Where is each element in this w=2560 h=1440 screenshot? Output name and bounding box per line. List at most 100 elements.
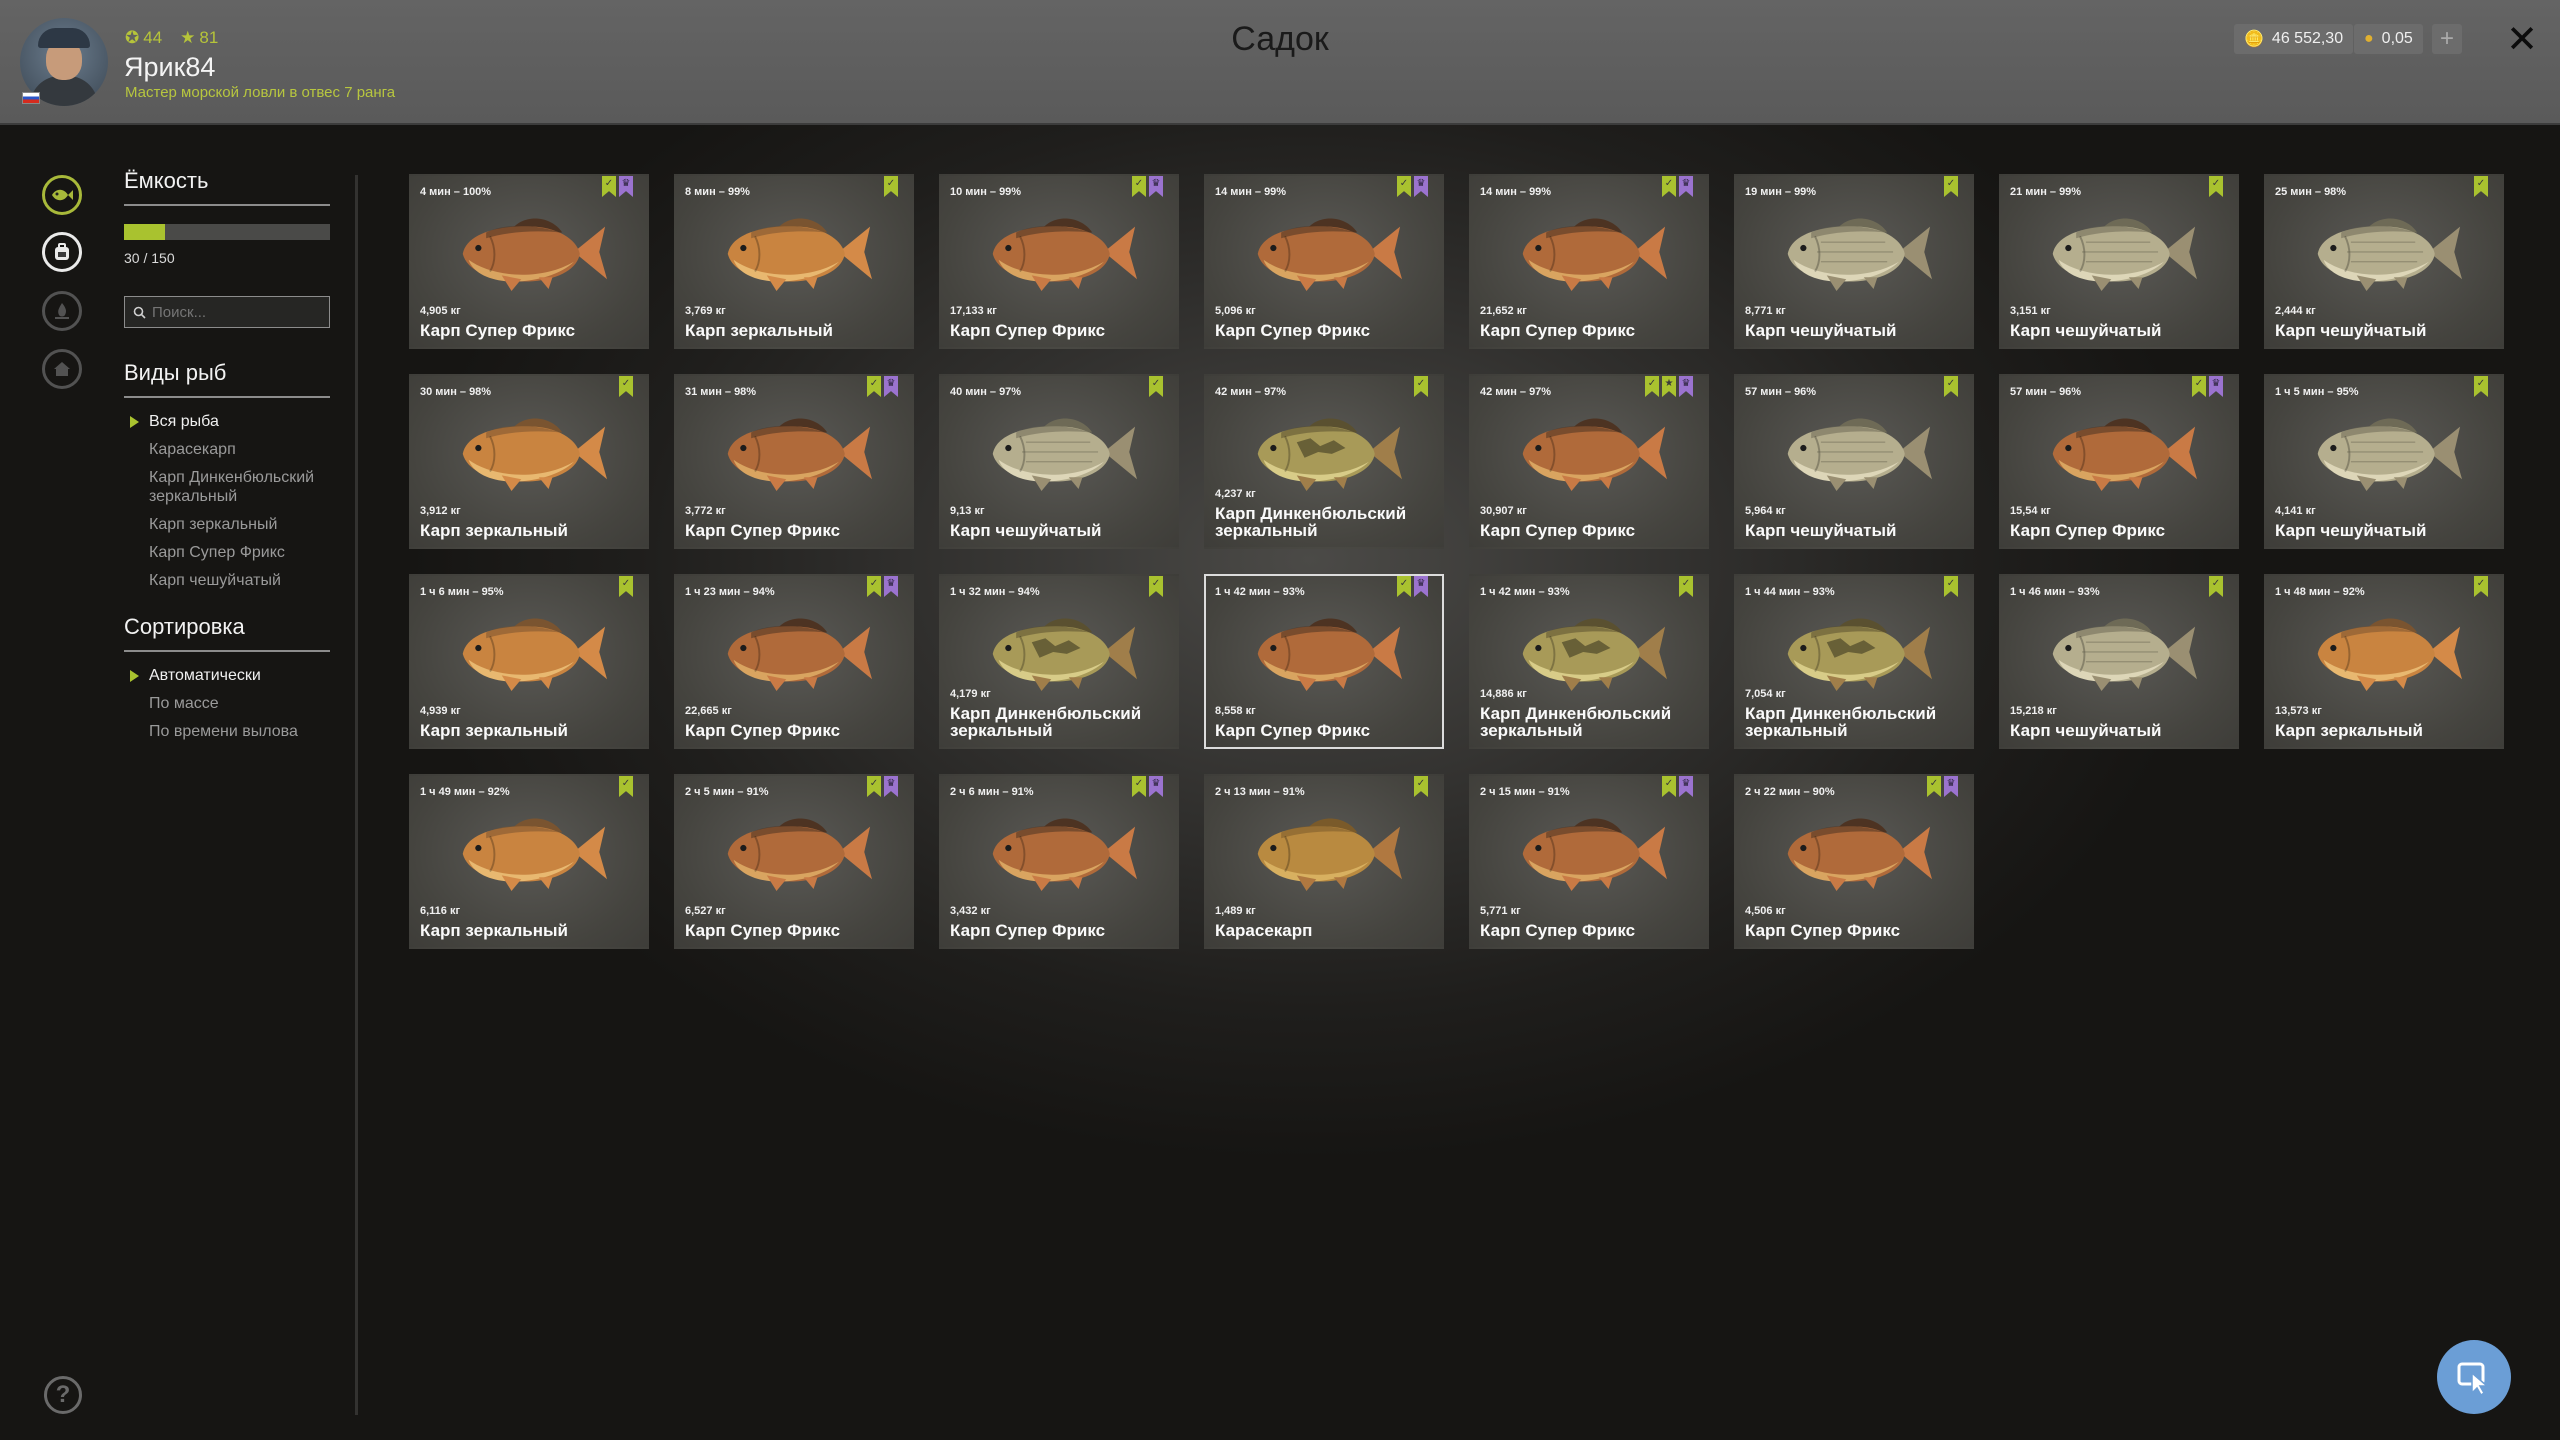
catch-time: 21 мин – 99% [2010, 186, 2082, 198]
species-title: Виды рыб [124, 360, 330, 398]
fish-card[interactable]: 57 мин – 96% ✓ ♛ 15,54 кг Карп Супер Фрикс [1999, 374, 2239, 549]
page-title: Садок [1231, 20, 1329, 58]
check-bookmark-icon: ✓ [2474, 576, 2488, 597]
fish-name: Карп Динкенбюльский зеркальный [950, 704, 1142, 740]
check-bookmark-icon: ✓ [1132, 176, 1146, 197]
fish-card[interactable]: 1 ч 32 мин – 94% ✓ 4,179 кг Карп Динкенбюль… [939, 574, 1179, 749]
fish-card[interactable]: 2 ч 15 мин – 91% ✓ ♛ 5,771 кг Карп Супер Фри… [1469, 774, 1709, 949]
fish-image [992, 818, 1138, 891]
search-input[interactable] [152, 303, 322, 321]
species-option[interactable]: Карп Супер Фрикс [124, 543, 330, 562]
fish-name: Карп зеркальный [420, 721, 568, 740]
check-bookmark-icon: ✓ [619, 376, 633, 397]
home-tab-icon[interactable] [42, 349, 82, 389]
fish-card[interactable]: 4 мин – 100% ✓ ♛ 4,905 кг Карп Супер Фрикс [409, 174, 649, 349]
catch-time: 2 ч 5 мин – 91% [685, 786, 769, 798]
catch-time: 1 ч 5 мин – 95% [2275, 386, 2359, 398]
species-option[interactable]: Карп Динкенбюльский зеркальный [124, 468, 330, 506]
fish-card[interactable]: 2 ч 13 мин – 91% ✓ 1,489 кг Карасекарп [1204, 774, 1444, 949]
fish-card[interactable]: 19 мин – 99% ✓ 8,771 кг Карп чешуйчатый [1734, 174, 1974, 349]
fish-image [1787, 818, 1933, 891]
catch-time: 25 мин – 98% [2275, 186, 2347, 198]
fish-card[interactable]: 14 мин – 99% ✓ ♛ 5,096 кг Карп Супер Фрикс [1204, 174, 1444, 349]
fish-card[interactable]: 1 ч 44 мин – 93% ✓ 7,054 кг Карп Динкенбюль… [1734, 574, 1974, 749]
species-option[interactable]: Карп чешуйчатый [124, 571, 330, 590]
keepnet-tab-icon[interactable] [42, 175, 82, 215]
fish-card[interactable]: 1 ч 48 мин – 92% ✓ 13,573 кг Карп зеркальны… [2264, 574, 2504, 749]
help-icon[interactable]: ? [44, 1376, 82, 1414]
fish-name: Карп Динкенбюльский зеркальный [1215, 504, 1407, 540]
badges: ✓ [619, 376, 633, 397]
fish-card[interactable]: 14 мин – 99% ✓ ♛ 21,652 кг Карп Супер Фрикс [1469, 174, 1709, 349]
fish-card[interactable]: 1 ч 42 мин – 93% ✓ ♛ 8,558 кг Карп Супер Фри… [1204, 574, 1444, 749]
check-bookmark-icon: ✓ [1944, 576, 1958, 597]
check-bookmark-icon: ✓ [2474, 176, 2488, 197]
sort-option[interactable]: По времени вылова [124, 722, 330, 741]
fish-card[interactable]: 25 мин – 98% ✓ 2,444 кг Карп чешуйчатый [2264, 174, 2504, 349]
badges: ✓ [2474, 376, 2488, 397]
badges: ✓ ★ ♛ [1645, 376, 1693, 397]
catch-time: 2 ч 13 мин – 91% [1215, 786, 1305, 798]
gold-balance[interactable]: ● 0,05 [2354, 24, 2423, 54]
fish-name: Карп Супер Фрикс [950, 321, 1106, 340]
home-icon [54, 362, 70, 376]
fish-name: Карп Супер Фрикс [1480, 321, 1636, 340]
fish-card[interactable]: 42 мин – 97% ✓ 4,237 кг Карп Динкенбюльский… [1204, 374, 1444, 549]
catch-time: 1 ч 23 мин – 94% [685, 586, 775, 598]
fish-card[interactable]: 57 мин – 96% ✓ 5,964 кг Карп чешуйчатый [1734, 374, 1974, 549]
species-option[interactable]: Вся рыба [124, 412, 330, 431]
fish-card[interactable]: 8 мин – 99% ✓ 3,769 кг Карп зеркальный [674, 174, 914, 349]
silver-amount: 46 552,30 [2271, 30, 2344, 47]
check-bookmark-icon: ✓ [2474, 376, 2488, 397]
sort-option[interactable]: По массе [124, 694, 330, 713]
trophy-bookmark-icon: ♛ [884, 376, 898, 397]
fish-name: Карп Супер Фрикс [1480, 521, 1636, 540]
catch-time: 4 мин – 100% [420, 186, 492, 198]
close-button[interactable]: ✕ [2502, 20, 2542, 60]
fish-weight: 5,964 кг [1745, 505, 1786, 517]
fish-card[interactable]: 1 ч 46 мин – 93% ✓ 15,218 кг Карп чешуйчаты… [1999, 574, 2239, 749]
fish-weight: 1,489 кг [1215, 905, 1256, 917]
cursor-mode-button[interactable] [2437, 1340, 2511, 1414]
fish-card[interactable]: 30 мин – 98% ✓ 3,912 кг Карп зеркальный [409, 374, 649, 549]
species-option[interactable]: Карп зеркальный [124, 515, 330, 534]
silver-balance[interactable]: 🪙 46 552,30 [2234, 24, 2354, 54]
fish-card[interactable]: 1 ч 42 мин – 93% ✓ 14,886 кг Карп Динкенбюл… [1469, 574, 1709, 749]
player-rank-title: Мастер морской ловли в отвес 7 ранга [125, 84, 396, 101]
star-bookmark-icon: ★ [1662, 376, 1676, 397]
fish-card[interactable]: 1 ч 23 мин – 94% ✓ ♛ 22,665 кг Карп Супер Фр… [674, 574, 914, 749]
capacity-bar-fill [124, 224, 166, 240]
species-option[interactable]: Карасекарп [124, 440, 330, 459]
fish-card[interactable]: 42 мин – 97% ✓ ★ ♛ 30,907 кг Карп Супер Фрикс [1469, 374, 1709, 549]
sort-options: Автоматически По массе По времени вылова [124, 666, 330, 741]
fish-card[interactable]: 1 ч 6 мин – 95% ✓ 4,939 кг Карп зеркальный [409, 574, 649, 749]
campfire-tab-icon[interactable] [42, 291, 82, 331]
badges: ✓ ♛ [1397, 576, 1428, 597]
catch-time: 19 мин – 99% [1745, 186, 1817, 198]
add-currency-button[interactable]: + [2432, 24, 2462, 54]
fish-card[interactable]: 10 мин – 99% ✓ ♛ 17,133 кг Карп Супер Фрикс [939, 174, 1179, 349]
fish-card[interactable]: 2 ч 6 мин – 91% ✓ ♛ 3,432 кг Карп Супер Фрик… [939, 774, 1179, 949]
fish-card[interactable]: 21 мин – 99% ✓ 3,151 кг Карп чешуйчатый [1999, 174, 2239, 349]
fish-grid: 4 мин – 100% ✓ ♛ 4,905 кг Карп Супер Фрикс 8 … [409, 174, 2504, 949]
trophy-bookmark-icon: ♛ [2209, 376, 2223, 397]
fish-card[interactable]: 2 ч 22 мин – 90% ✓ ♛ 4,506 кг Карп Супер Фри… [1734, 774, 1974, 949]
search-box[interactable] [124, 296, 330, 328]
badges: ✓ ♛ [1662, 776, 1693, 797]
fish-weight: 5,771 кг [1480, 905, 1521, 917]
fish-card[interactable]: 2 ч 5 мин – 91% ✓ ♛ 6,527 кг Карп Супер Фрик… [674, 774, 914, 949]
badges: ✓ [1679, 576, 1693, 597]
fish-card[interactable]: 40 мин – 97% ✓ 9,13 кг Карп чешуйчатый [939, 374, 1179, 549]
backpack-tab-icon[interactable] [42, 232, 82, 272]
fish-name: Карп Динкенбюльский зеркальный [1745, 704, 1937, 740]
catch-time: 2 ч 6 мин – 91% [950, 786, 1034, 798]
fish-card[interactable]: 1 ч 49 мин – 92% ✓ 6,116 кг Карп зеркальный [409, 774, 649, 949]
fish-weight: 8,558 кг [1215, 705, 1256, 717]
fish-image [1787, 618, 1933, 691]
fish-card[interactable]: 31 мин – 98% ✓ ♛ 3,772 кг Карп Супер Фрикс [674, 374, 914, 549]
fish-name: Карп Супер Фрикс [1215, 721, 1371, 740]
fish-name: Карп Супер Фрикс [1215, 321, 1371, 340]
badges: ✓ [619, 576, 633, 597]
sort-option[interactable]: Автоматически [124, 666, 330, 685]
fish-card[interactable]: 1 ч 5 мин – 95% ✓ 4,141 кг Карп чешуйчатый [2264, 374, 2504, 549]
